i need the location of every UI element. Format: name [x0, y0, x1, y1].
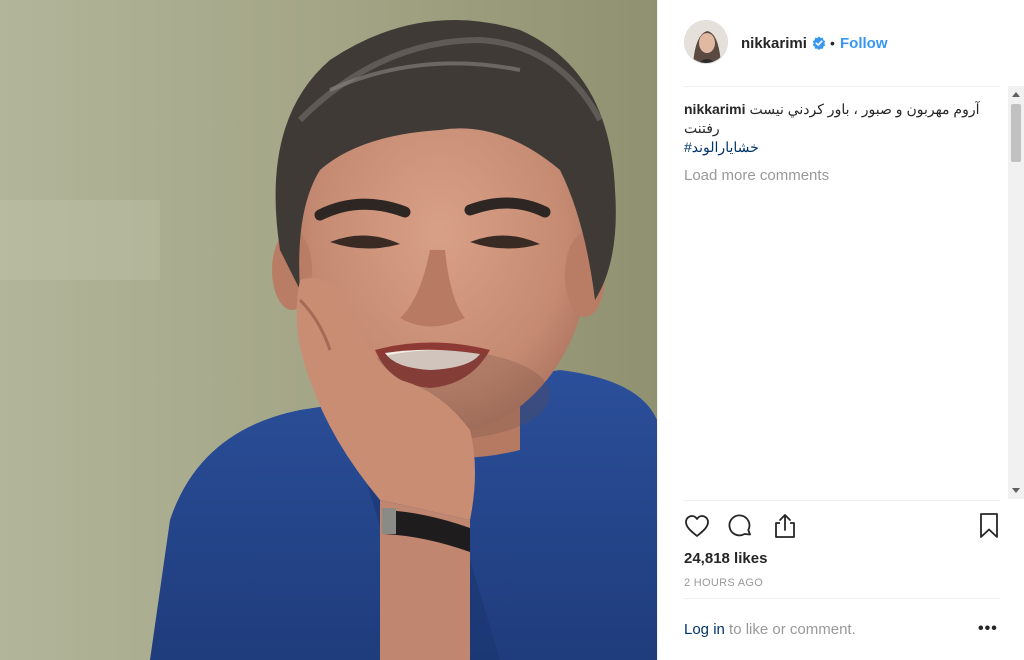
post-side-panel: nikkarimi • Follow nikkarimi آروم مهربون …: [657, 0, 1024, 660]
likes-count[interactable]: 24,818 likes: [684, 550, 767, 567]
hashtag-link[interactable]: #خشایارالوند: [684, 138, 1002, 157]
scroll-up-arrow-icon[interactable]: [1012, 92, 1020, 97]
header-divider: [684, 86, 1000, 87]
scroll-thumb[interactable]: [1011, 104, 1021, 162]
separator-dot: •: [830, 35, 835, 51]
share-button[interactable]: [770, 511, 800, 541]
username-link[interactable]: nikkarimi: [741, 35, 807, 52]
comments-scrollbar[interactable]: [1008, 86, 1024, 499]
comment-icon: [728, 514, 751, 537]
bookmark-icon: [980, 513, 998, 538]
scroll-down-arrow-icon[interactable]: [1012, 488, 1020, 493]
verified-badge-icon: [812, 36, 826, 50]
comments-area: nikkarimi آروم مهربون و صبور ، باور كردني…: [684, 100, 1002, 500]
portrait-image: [0, 0, 657, 660]
like-button[interactable]: [682, 511, 712, 541]
avatar[interactable]: [684, 20, 728, 64]
post-photo[interactable]: [0, 0, 657, 660]
save-button[interactable]: [974, 511, 1004, 541]
more-options-button[interactable]: •••: [978, 620, 1000, 638]
avatar-image: [685, 21, 727, 63]
footer-divider: [684, 598, 1000, 599]
login-prompt-text: to like or comment.: [724, 621, 856, 638]
share-icon: [775, 514, 795, 538]
comment-button[interactable]: [725, 511, 755, 541]
caption-text-line2: رفتنت: [684, 120, 720, 136]
post-header: nikkarimi • Follow: [658, 0, 1024, 86]
follow-button[interactable]: Follow: [840, 35, 888, 52]
caption: nikkarimi آروم مهربون و صبور ، باور كردني…: [684, 100, 1002, 119]
login-link[interactable]: Log in: [684, 621, 725, 638]
caption-text: آروم مهربون و صبور ، باور كردني نيست: [749, 101, 980, 117]
login-prompt: Log in to like or comment.: [684, 621, 856, 638]
post-timestamp[interactable]: 2 HOURS AGO: [684, 577, 763, 589]
actions-divider: [684, 500, 1000, 501]
load-more-comments-button[interactable]: Load more comments: [684, 167, 1002, 184]
heart-icon: [685, 515, 709, 537]
caption-username[interactable]: nikkarimi: [684, 101, 745, 117]
